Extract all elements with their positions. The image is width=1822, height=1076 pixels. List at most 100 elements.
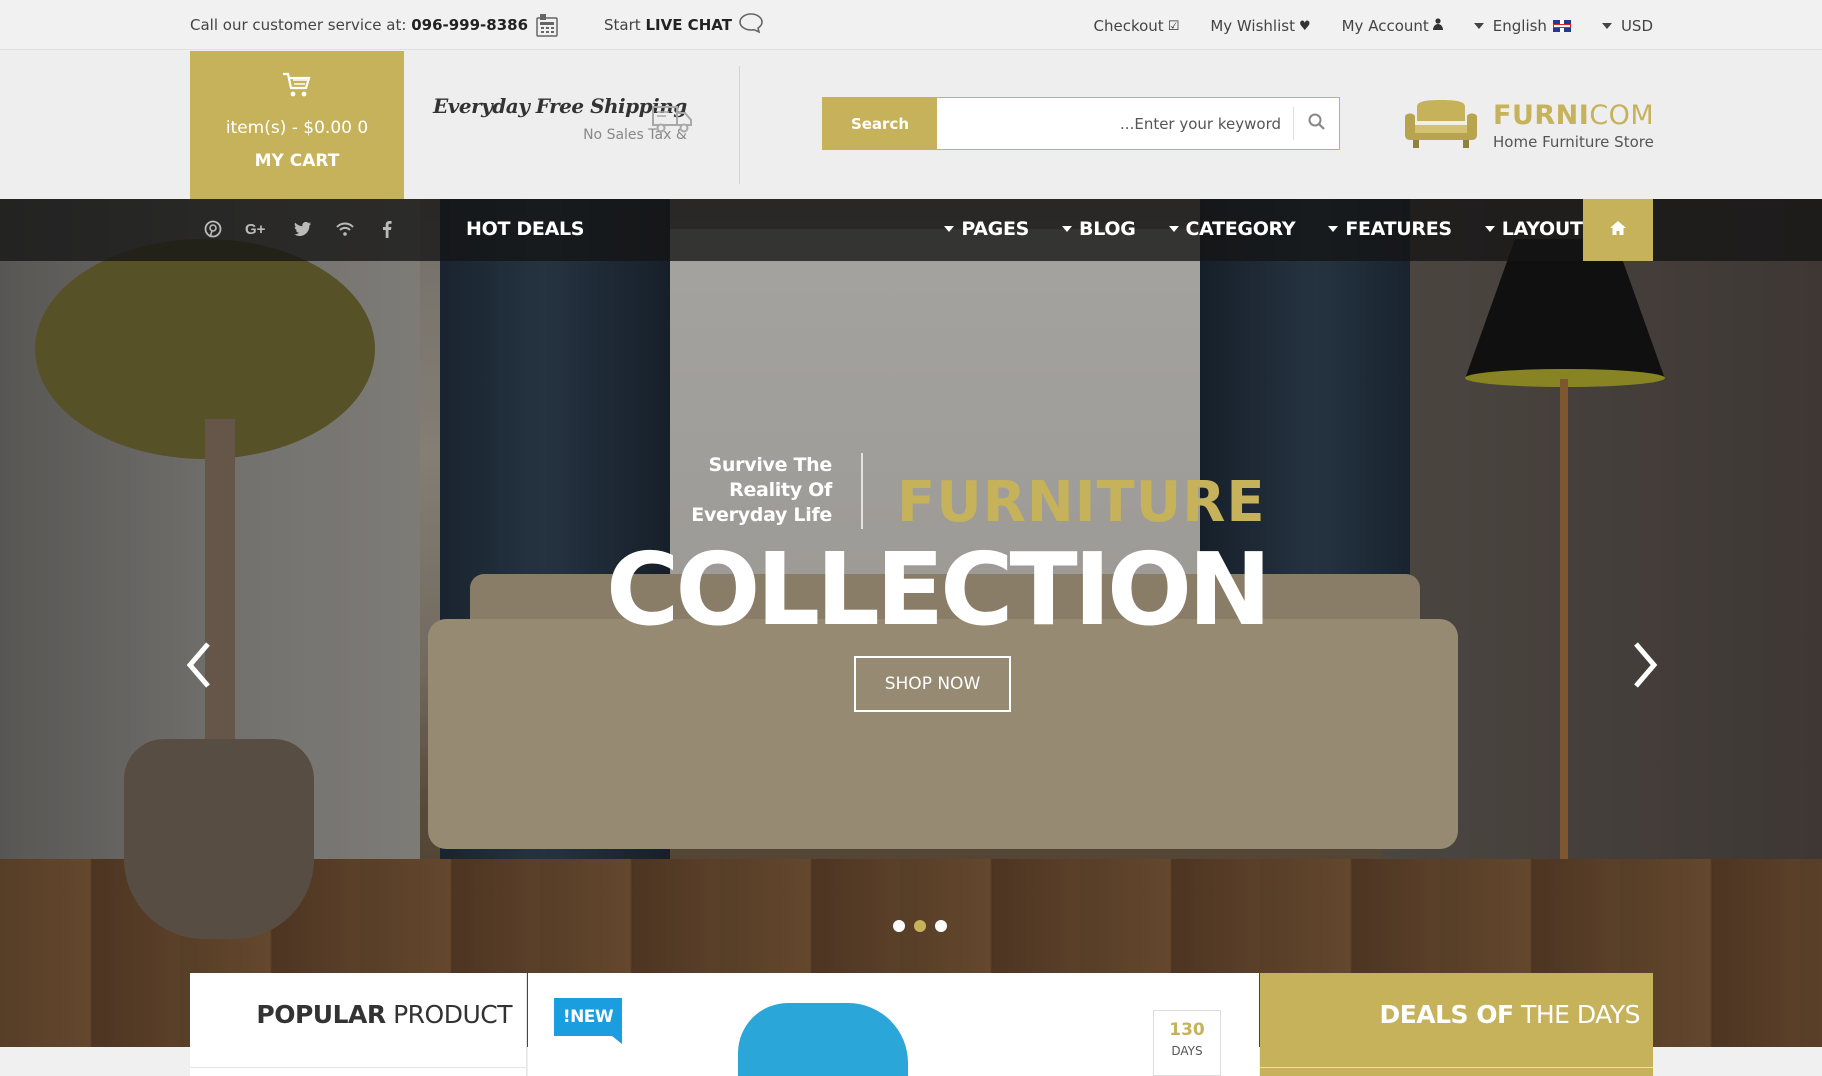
slider-next-button[interactable] [1628, 640, 1662, 690]
checkout-link[interactable]: Checkout ☑ [1094, 17, 1180, 35]
hero-headline-main: COLLECTION [606, 531, 1272, 648]
chevron-down-icon [1601, 23, 1612, 29]
deals-heading: DEALS OF THE DAYS [1379, 1000, 1640, 1029]
slider-dot[interactable] [935, 920, 947, 932]
currency-label: USD [1620, 17, 1653, 35]
header-divider [739, 66, 740, 184]
uk-flag-icon [1552, 20, 1571, 32]
logo-text: FURNICOM Home Furniture Store [1493, 102, 1654, 151]
google-plus-icon[interactable]: G+ [245, 219, 271, 239]
deals-of-the-days-panel: DEALS OF THE DAYS [1260, 973, 1653, 1076]
popular-product-panel: POPULAR PRODUCT [190, 973, 527, 1076]
shop-now-button[interactable]: SHOP NOW [854, 656, 1011, 712]
nav-item-label: BLOG [1079, 218, 1136, 240]
check-square-icon: ☑ [1167, 18, 1180, 34]
hero-slogan-line: Everyday Life [691, 504, 832, 526]
cart-summary: item(s) - $0.00 0 [225, 118, 369, 138]
search-bar: Search [822, 97, 1340, 150]
nav-item-label: FEATURES [1345, 218, 1452, 240]
nav-item-layouts[interactable]: LAYOUTS [1484, 218, 1597, 240]
search-icon [1308, 113, 1325, 134]
nav-item-blog[interactable]: BLOG [1062, 218, 1136, 240]
chevron-left-icon [182, 642, 216, 694]
deals-heading-bold: DEALS OF [1379, 1000, 1514, 1029]
chevron-right-icon [1628, 642, 1662, 694]
popular-product-heading-light: PRODUCT [393, 1000, 512, 1029]
site-logo[interactable]: FURNICOM Home Furniture Store [1403, 99, 1654, 153]
phone-icon [536, 13, 558, 37]
hero-slogan-line: Survive The [708, 454, 833, 476]
countdown-days-value: 130 [1169, 1020, 1205, 1040]
home-icon [1609, 220, 1627, 240]
nav-item-pages[interactable]: PAGES [944, 218, 1029, 240]
account-label: My Account [1341, 17, 1429, 35]
search-submit-button[interactable] [1293, 107, 1339, 140]
live-chat-link[interactable]: LIVE CHAT [645, 16, 731, 34]
new-badge: !NEW [554, 998, 622, 1044]
search-category-button[interactable]: Search [823, 98, 937, 149]
top-bar-left: Call our customer service at: 096-999-83… [190, 12, 764, 38]
logo-brand-bold: FURNI [1493, 99, 1590, 131]
account-link[interactable]: My Account [1342, 17, 1443, 35]
deals-heading-light: THE DAYS [1521, 1000, 1640, 1029]
search-input[interactable] [937, 98, 1293, 149]
top-bar: Call our customer service at: 096-999-83… [0, 0, 1822, 50]
language-label: English [1492, 17, 1547, 35]
armchair-logo-icon [1403, 99, 1479, 153]
wishlist-label: My Wishlist [1210, 17, 1295, 35]
chevron-down-icon [1328, 226, 1339, 232]
language-dropdown[interactable]: English [1473, 17, 1571, 35]
slider-prev-button[interactable] [182, 640, 216, 690]
logo-tagline: Home Furniture Store [1493, 132, 1654, 151]
logo-brand: FURNICOM [1493, 102, 1654, 129]
checkout-label: Checkout [1093, 17, 1164, 35]
hero-text-divider [861, 453, 863, 529]
user-icon [1432, 18, 1443, 34]
slider-dot[interactable] [893, 920, 905, 932]
nav-menu: PAGES BLOG CATEGORY FEATURES LAYOUTS [911, 218, 1596, 240]
product-image-chair[interactable] [738, 1003, 908, 1076]
popular-product-underline [190, 1067, 527, 1068]
facebook-icon[interactable] [377, 219, 397, 239]
nav-item-label: PAGES [961, 218, 1030, 240]
hero-slogan-line: Reality Of [729, 479, 832, 501]
header: item(s) - $0.00 0 MY CART Everyday Free … [0, 51, 1822, 199]
chat-prefix: Start [604, 16, 641, 34]
home-button[interactable] [1583, 199, 1653, 261]
chevron-down-icon [944, 226, 955, 232]
chat-bubble-icon[interactable] [738, 12, 764, 38]
top-bar-right: Checkout ☑ My Wishlist ♥ My Account Engl… [1063, 17, 1654, 35]
nav-item-features[interactable]: FEATURES [1328, 218, 1452, 240]
countdown-days-label: DAYS [1171, 1044, 1203, 1058]
nav-item-label: LAYOUTS [1501, 218, 1597, 240]
cart-label: MY CART [254, 151, 340, 171]
nav-item-category[interactable]: CATEGORY [1168, 218, 1296, 240]
main-nav: G+ HOT DEALS PAGES BLOG CATEGORY FEATURE… [0, 199, 1822, 261]
logo-brand-light: COM [1589, 99, 1655, 131]
mini-cart[interactable]: item(s) - $0.00 0 MY CART [190, 51, 404, 199]
service-phone[interactable]: 096-999-8386 [411, 16, 528, 34]
slider-pagination [893, 920, 956, 932]
shipping-promo: Everyday Free Shipping No Sales Tax & [433, 94, 687, 143]
social-links: G+ [203, 219, 419, 239]
currency-dropdown[interactable]: USD [1601, 17, 1653, 35]
popular-product-heading-bold: POPULAR [256, 1000, 386, 1029]
hero-headline-accent: FURNITURE [897, 470, 1266, 535]
popular-product-heading: POPULAR PRODUCT [256, 1000, 512, 1029]
twitter-icon[interactable] [293, 219, 313, 239]
nav-hot-deals[interactable]: HOT DEALS [466, 218, 584, 240]
chevron-down-icon [1473, 23, 1484, 29]
chevron-down-icon [1062, 226, 1073, 232]
nav-item-label: CATEGORY [1185, 218, 1296, 240]
deals-underline [1260, 1067, 1653, 1068]
slider-dot-active[interactable] [914, 920, 926, 932]
chevron-down-icon [1484, 226, 1495, 232]
pinterest-icon[interactable] [203, 219, 223, 239]
service-prefix: Call our customer service at: [190, 16, 407, 34]
truck-icon [651, 101, 693, 139]
product-card[interactable]: !NEW 130 DAYS [528, 973, 1259, 1076]
shipping-title: Everyday Free Shipping [433, 94, 687, 118]
rss-icon[interactable] [335, 219, 355, 239]
wishlist-link[interactable]: My Wishlist ♥ [1210, 17, 1310, 35]
countdown-days: 130 DAYS [1153, 1010, 1221, 1076]
